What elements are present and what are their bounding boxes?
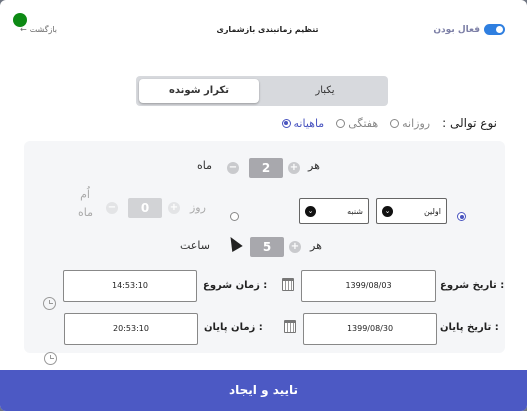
every-hour-label: هر	[310, 239, 322, 252]
month-minus-button[interactable]: −	[227, 162, 239, 174]
sequence-type-label: نوع توالی :	[442, 116, 497, 130]
start-time-input[interactable]: 14:53:10	[63, 270, 197, 302]
tab-once[interactable]: یکبار	[265, 79, 385, 103]
month-plus-button[interactable]: +	[288, 162, 300, 174]
hour-unit-label: ساعت	[180, 239, 210, 252]
sequence-type-row: نوع توالی : روزانه هفتگی ماهیانه	[281, 116, 497, 130]
radio-monthly-label: ماهیانه	[293, 116, 325, 130]
radio-daily-label: روزانه	[402, 116, 431, 130]
day-label: روز	[190, 201, 206, 214]
hour-plus-button[interactable]: +	[289, 241, 301, 253]
dialog-title: تنظیم زمانبندی بازشماری	[216, 25, 319, 34]
end-date-input[interactable]: 1399/08/30	[303, 313, 437, 345]
active-label: فعال بودن	[433, 24, 480, 35]
calendar-icon[interactable]	[282, 278, 294, 291]
radio-monthly-circle[interactable]	[281, 118, 291, 128]
end-time-input[interactable]: 20:53:10	[64, 313, 198, 345]
back-button[interactable]: ← بازگشت	[20, 25, 57, 34]
start-time-label: زمان شروع :	[203, 280, 268, 291]
month-unit-label: ماه	[197, 159, 213, 172]
radio-by-weekday[interactable]	[457, 212, 466, 221]
day-value[interactable]: 0	[128, 198, 162, 218]
active-toggle-group: فعال بودن	[433, 24, 505, 35]
chevron-down-icon: ⌄	[305, 205, 316, 217]
start-date-label: تاریخ شروع :	[440, 280, 505, 291]
order-select[interactable]: ⌄ اولین	[376, 198, 447, 224]
hour-value[interactable]: 5	[250, 237, 284, 257]
of-month-label: اُم ماه	[78, 188, 94, 219]
chevron-down-icon: ⌄	[382, 205, 393, 217]
tab-repeating[interactable]: تکرار شونده	[139, 79, 259, 103]
radio-weekly-circle[interactable]	[336, 118, 346, 128]
start-date-input[interactable]: 1399/08/03	[301, 270, 436, 302]
order-select-value: اولین	[423, 206, 441, 216]
back-label: بازگشت	[29, 25, 58, 34]
every-month-label: هر	[308, 159, 320, 172]
clock-icon[interactable]	[44, 352, 57, 365]
clock-icon[interactable]	[43, 297, 56, 310]
month-value[interactable]: 2	[249, 158, 283, 178]
schedule-dialog: ← بازگشت تنظیم زمانبندی بازشماری فعال بو…	[0, 0, 527, 411]
weekday-select[interactable]: ⌄ شنبه	[299, 198, 369, 224]
mode-segmented-control: تکرار شونده یکبار	[136, 76, 388, 106]
submit-button[interactable]: تایید و ایجاد	[0, 370, 527, 411]
end-date-label: تاریخ پایان :	[440, 322, 499, 333]
radio-weekly-label: هفتگی	[348, 116, 379, 130]
day-plus-button[interactable]: +	[168, 202, 180, 214]
radio-monthly[interactable]: ماهیانه	[281, 116, 325, 130]
end-time-label: زمان پایان :	[204, 322, 263, 333]
active-toggle[interactable]	[484, 24, 505, 35]
radio-daily-circle[interactable]	[390, 118, 400, 128]
radio-weekly[interactable]: هفتگی	[336, 117, 378, 130]
weekday-select-value: شنبه	[347, 206, 363, 216]
day-minus-button[interactable]: −	[106, 202, 118, 214]
radio-daily[interactable]: روزانه	[390, 117, 430, 130]
arrow-left-icon: ←	[20, 25, 27, 34]
calendar-icon[interactable]	[284, 320, 296, 333]
